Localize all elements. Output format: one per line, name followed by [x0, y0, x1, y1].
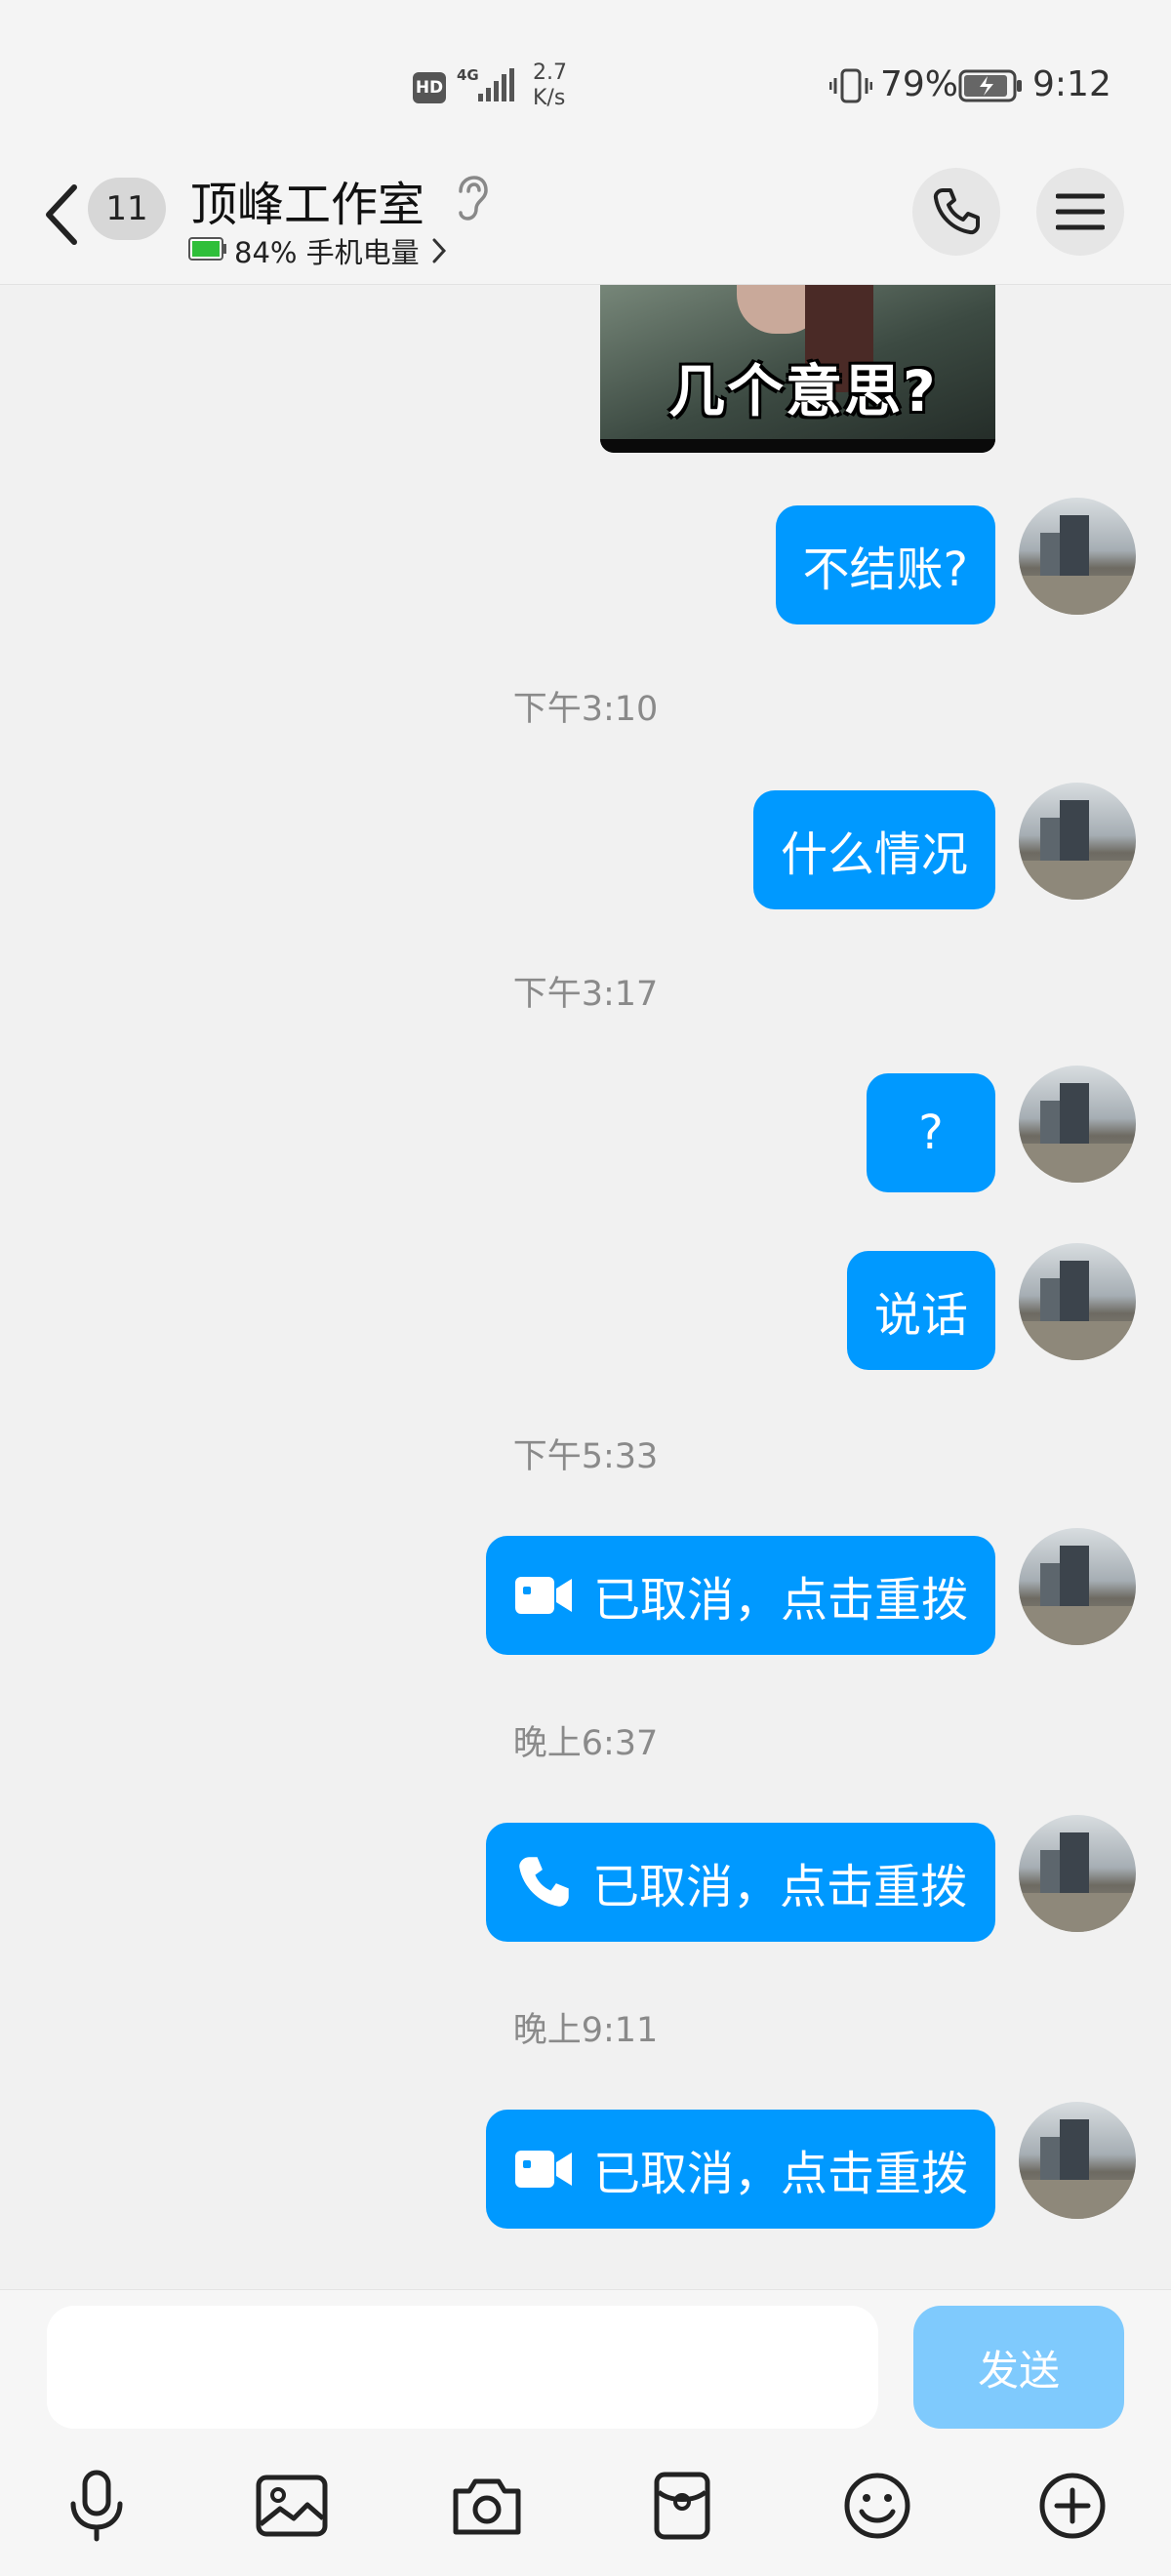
avatar-building — [1040, 2137, 1060, 2182]
message-list[interactable]: 几个意思? 不结账? 下午3:10 什么情况 下午3:17 ? 说话 下午5:3… — [0, 285, 1171, 2289]
unread-badge[interactable]: 11 — [88, 178, 166, 240]
signal-icon — [478, 68, 514, 101]
message-bubble[interactable]: 不结账? — [775, 505, 995, 624]
avatar-building — [1040, 818, 1060, 863]
avatar-building — [1060, 515, 1089, 578]
ear-icon — [459, 176, 488, 221]
avatar[interactable] — [1019, 1528, 1136, 1645]
avatar-building — [1060, 1832, 1089, 1895]
image-button[interactable] — [248, 2462, 336, 2550]
battery-percent: 79% — [880, 64, 959, 104]
message-text: 不结账? — [802, 543, 968, 597]
phone-icon — [514, 1853, 573, 1912]
avatar-road — [1019, 1893, 1136, 1932]
avatar-building — [1060, 1261, 1089, 1323]
avatar-road — [1019, 861, 1136, 900]
phone-battery-status[interactable]: 84% 手机电量 — [234, 230, 420, 271]
call-record-text: 已取消，点击重拨 — [591, 1860, 967, 1914]
avatar-road — [1019, 576, 1136, 615]
plus-icon — [1039, 2473, 1106, 2539]
timestamp: 晚上9:11 — [512, 2011, 659, 2050]
video-camera-icon — [513, 2147, 574, 2192]
more-button[interactable] — [1029, 2462, 1116, 2550]
speed-value: 2.7 — [533, 60, 567, 85]
avatar-building — [1060, 800, 1089, 863]
call-record-bubble[interactable]: 已取消，点击重拨 — [486, 1536, 995, 1655]
avatar-building — [1060, 1546, 1089, 1608]
call-record-text: 已取消，点击重拨 — [593, 1573, 969, 1628]
timestamp: 下午3:17 — [512, 975, 659, 1014]
message-text: 说话 — [873, 1288, 968, 1343]
image-icon — [256, 2475, 328, 2537]
avatar-building — [1040, 1101, 1060, 1146]
avatar-road — [1019, 1606, 1136, 1645]
avatar[interactable] — [1019, 1815, 1136, 1932]
message-text: 什么情况 — [780, 827, 968, 882]
network-speed: 2.7 K/s — [533, 60, 567, 111]
avatar[interactable] — [1019, 2102, 1136, 2219]
call-record-bubble[interactable]: 已取消，点击重拨 — [486, 1823, 995, 1942]
message-text: ? — [918, 1106, 944, 1160]
clock: 9:12 — [1032, 64, 1111, 104]
timestamp: 下午5:33 — [512, 1437, 659, 1476]
red-packet-button[interactable] — [638, 2462, 726, 2550]
vibrate-icon — [829, 68, 872, 103]
timestamp: 下午3:10 — [512, 690, 659, 729]
red-packet-icon — [654, 2472, 710, 2540]
call-record-text: 已取消，点击重拨 — [593, 2147, 969, 2201]
hamburger-menu-icon — [1056, 193, 1105, 230]
speed-unit: K/s — [533, 86, 566, 110]
voice-button[interactable] — [53, 2462, 141, 2550]
battery-icon — [958, 69, 1022, 102]
sticker-caption: 几个意思? — [668, 358, 938, 424]
avatar-road — [1019, 1321, 1136, 1360]
sticker-message[interactable]: 几个意思? — [600, 285, 995, 453]
back-arrow-icon[interactable] — [39, 176, 82, 254]
emoji-button[interactable] — [833, 2462, 921, 2550]
phone-battery-icon — [188, 237, 226, 261]
chat-title[interactable]: 顶峰工作室 — [190, 166, 424, 234]
phone-icon — [933, 188, 980, 235]
avatar-building — [1040, 1563, 1060, 1608]
message-input[interactable] — [47, 2306, 878, 2429]
microphone-icon — [70, 2470, 123, 2542]
camera-button[interactable] — [443, 2462, 531, 2550]
chevron-right-icon[interactable] — [429, 236, 449, 265]
hd-indicator: HD — [413, 72, 446, 103]
sticker-bottom-bar — [600, 439, 995, 453]
send-button[interactable]: 发送 — [913, 2306, 1124, 2429]
avatar-road — [1019, 1144, 1136, 1183]
chat-header: 11 顶峰工作室 84% 手机电量 — [0, 166, 1171, 285]
avatar[interactable] — [1019, 1243, 1136, 1360]
avatar[interactable] — [1019, 498, 1136, 615]
avatar-building — [1040, 1850, 1060, 1895]
status-bar: HD 4G 2.7 K/s 79% 9:12 — [0, 0, 1171, 166]
timestamp: 晚上6:37 — [512, 1724, 659, 1763]
avatar-building — [1060, 1083, 1089, 1146]
avatar[interactable] — [1019, 1066, 1136, 1183]
emoji-icon — [844, 2473, 910, 2539]
input-bar: 发送 — [0, 2289, 1171, 2576]
camera-icon — [453, 2478, 521, 2535]
message-bubble[interactable]: 说话 — [846, 1251, 995, 1370]
call-button[interactable] — [912, 168, 1000, 256]
avatar[interactable] — [1019, 783, 1136, 900]
avatar-building — [1060, 2119, 1089, 2182]
call-record-bubble[interactable]: 已取消，点击重拨 — [486, 2110, 995, 2229]
message-bubble[interactable]: ? — [867, 1073, 995, 1192]
avatar-building — [1040, 1278, 1060, 1323]
message-bubble[interactable]: 什么情况 — [752, 790, 995, 909]
video-camera-icon — [513, 1573, 574, 1618]
avatar-building — [1040, 533, 1060, 578]
avatar-road — [1019, 2180, 1136, 2219]
menu-button[interactable] — [1036, 168, 1124, 256]
